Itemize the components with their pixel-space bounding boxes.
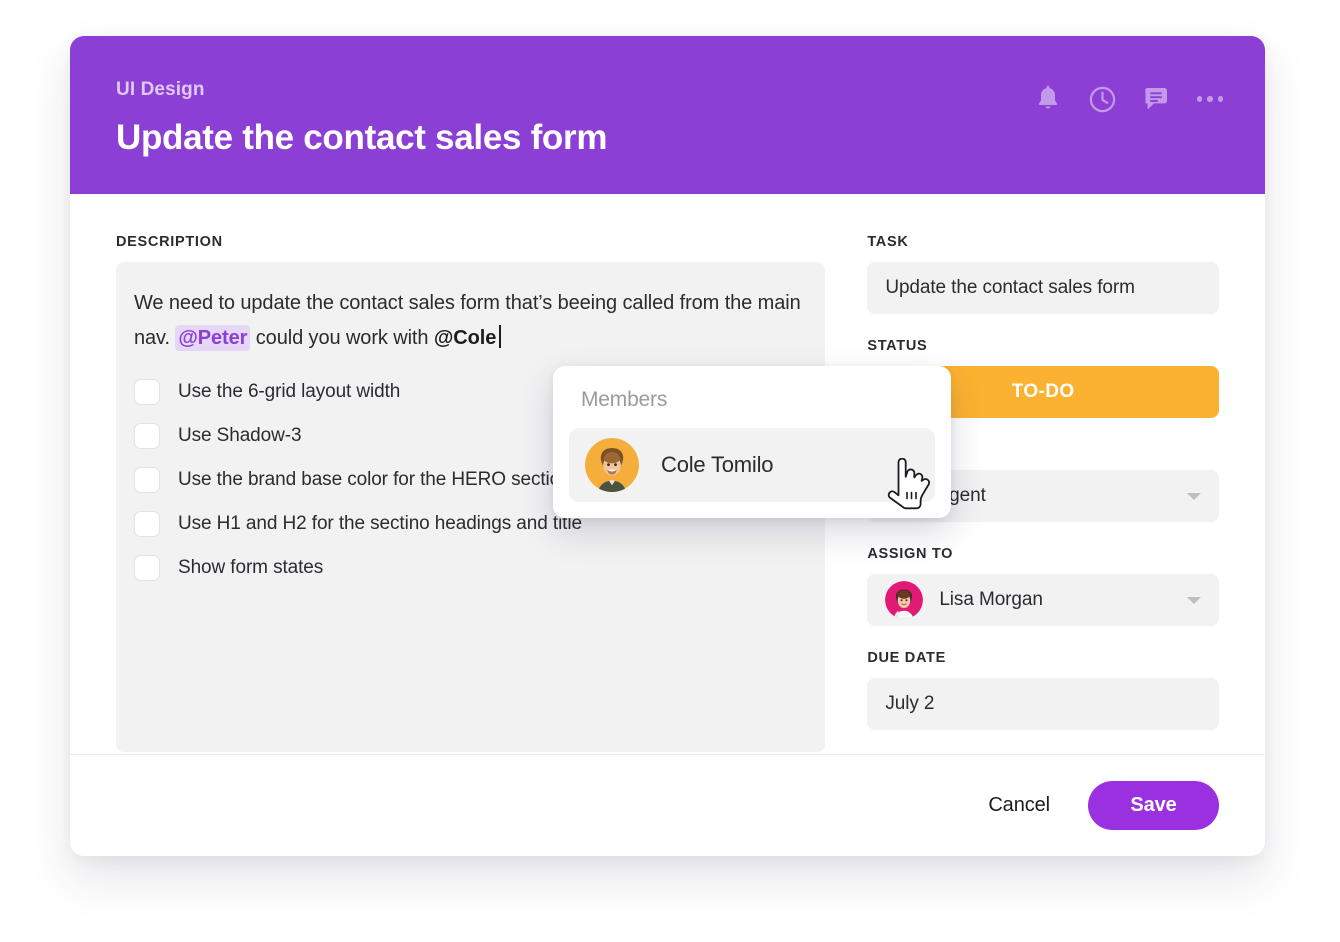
assign-to-label: ASSIGN TO — [867, 546, 954, 562]
assign-to-field: ASSIGN TO Lisa Morgan — [867, 546, 1219, 626]
text-caret — [499, 325, 502, 348]
checkbox[interactable] — [134, 511, 160, 537]
checklist-item-label: Use Shadow-3 — [178, 425, 302, 446]
assignee-name: Lisa Morgan — [939, 589, 1043, 610]
checkbox[interactable] — [134, 423, 160, 449]
status-label: STATUS — [867, 338, 928, 354]
member-name: Cole Tomilo — [661, 452, 774, 477]
card-footer: Cancel Save — [70, 754, 1265, 856]
save-button[interactable]: Save — [1088, 781, 1219, 830]
checkbox[interactable] — [134, 467, 160, 493]
more-icon[interactable] — [1195, 84, 1225, 114]
screen: UI Design Update the contact sales form — [0, 0, 1340, 942]
mention-peter[interactable]: @Peter — [175, 325, 251, 351]
assign-to-select[interactable]: Lisa Morgan — [867, 574, 1219, 626]
chat-icon[interactable] — [1141, 84, 1171, 114]
due-date-field: DUE DATE July 2 — [867, 650, 1219, 730]
ellipsis-dots — [1195, 96, 1226, 102]
mention-cole[interactable]: @Cole — [434, 327, 496, 349]
task-label: TASK — [867, 234, 909, 250]
header-icon-group — [1033, 84, 1225, 114]
due-date-label: DUE DATE — [867, 650, 946, 666]
bell-icon[interactable] — [1033, 84, 1063, 114]
description-label: DESCRIPTION — [116, 234, 223, 250]
checklist-item-label: Use the brand base color for the HERO se… — [178, 469, 571, 490]
list-item[interactable]: Cole Tomilo — [569, 428, 935, 502]
description-text: We need to update the contact sales form… — [134, 286, 807, 356]
cancel-button[interactable]: Cancel — [960, 780, 1078, 831]
chevron-down-icon[interactable] — [1187, 597, 1201, 604]
task-field: TASK Update the contact sales form — [867, 234, 1219, 314]
clock-icon[interactable] — [1087, 84, 1117, 114]
checkbox[interactable] — [134, 555, 160, 581]
list-item[interactable]: Show form states — [134, 546, 807, 590]
members-popup: Members Cole Tomilo — [553, 366, 951, 518]
checklist-item-label: Use H1 and H2 for the sectino headings a… — [178, 513, 582, 534]
chevron-down-icon[interactable] — [1187, 493, 1201, 500]
card-header: UI Design Update the contact sales form — [70, 36, 1265, 194]
description-text-part2: could you work with — [250, 327, 434, 349]
checklist-item-label: Show form states — [178, 557, 324, 578]
checkbox[interactable] — [134, 379, 160, 405]
page-title: Update the contact sales form — [116, 118, 608, 157]
avatar — [885, 581, 924, 619]
task-input[interactable]: Update the contact sales form — [867, 262, 1219, 314]
members-popup-title: Members — [581, 388, 668, 411]
due-date-input[interactable]: July 2 — [867, 678, 1219, 730]
avatar — [585, 438, 639, 492]
checklist-item-label: Use the 6-grid layout width — [178, 381, 401, 402]
